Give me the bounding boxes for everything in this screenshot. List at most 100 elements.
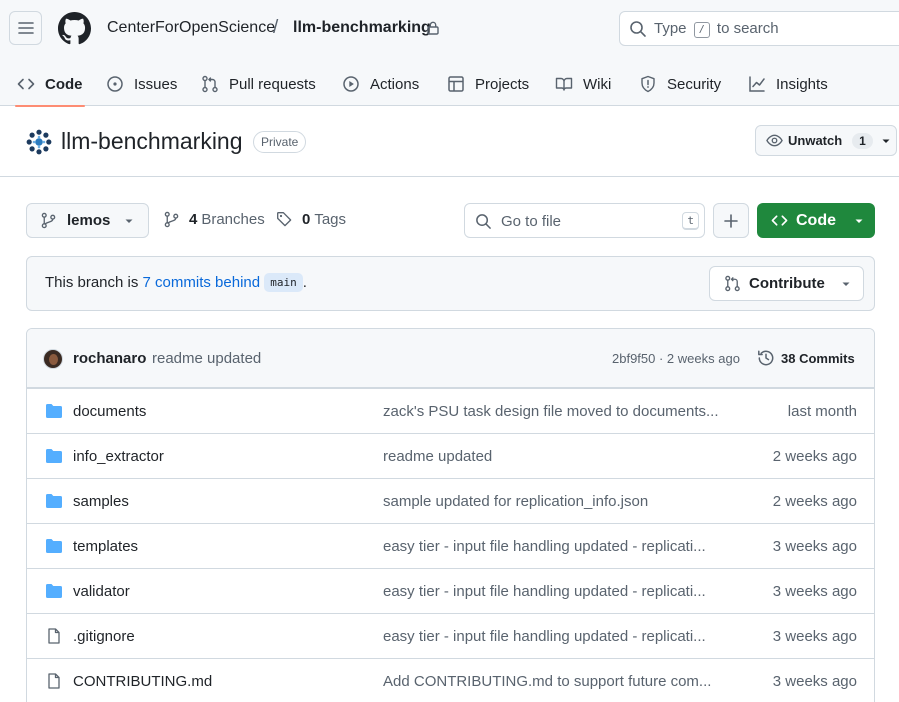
commit-message[interactable]: readme updated [152, 350, 261, 367]
file-name[interactable]: validator [73, 583, 130, 600]
tags-count: 0 [302, 211, 311, 228]
repo-nav-tabs: Code Issues Pull requests Actions Projec… [0, 62, 899, 107]
pull-request-icon [202, 75, 218, 93]
file-commit-message[interactable]: readme updated [383, 448, 723, 465]
table-row[interactable]: templates easy tier - input file handlin… [27, 523, 874, 568]
tab-insights[interactable]: Insights [748, 62, 828, 106]
branches-text: 4 Branches [189, 211, 265, 228]
file-name[interactable]: CONTRIBUTING.md [73, 673, 212, 690]
search-icon [476, 214, 491, 229]
contribute-label: Contribute [749, 275, 825, 292]
table-row[interactable]: validator easy tier - input file handlin… [27, 568, 874, 613]
search-placeholder-before: Type [654, 20, 687, 37]
status-prefix: This branch is [45, 274, 139, 291]
github-logo-icon[interactable] [58, 12, 91, 45]
tags-label: Tags [314, 211, 347, 228]
graph-icon [749, 76, 765, 92]
file-name[interactable]: documents [73, 403, 146, 420]
folder-icon [46, 494, 62, 508]
book-icon [555, 77, 573, 91]
commit-author[interactable]: rochanaro [73, 350, 146, 367]
tab-pull-requests[interactable]: Pull requests [201, 62, 316, 106]
file-name[interactable]: templates [73, 538, 138, 555]
add-file-button[interactable] [713, 203, 749, 238]
status-suffix: . [302, 274, 307, 291]
visibility-badge: Private [253, 131, 307, 153]
file-commit-message[interactable]: zack's PSU task design file moved to doc… [383, 403, 723, 420]
shield-icon [641, 75, 655, 93]
table-row[interactable]: documents zack's PSU task design file mo… [27, 388, 874, 433]
go-to-file-shortcut: t [682, 212, 699, 230]
tab-projects[interactable]: Projects [447, 62, 529, 106]
file-commit-date: 3 weeks ago [772, 538, 857, 555]
go-to-file-input[interactable]: Go to file t [464, 203, 705, 238]
code-download-button[interactable]: Code [757, 203, 875, 238]
plus-icon [724, 213, 738, 228]
breadcrumb-owner[interactable]: CenterForOpenScience [107, 19, 275, 37]
tags-link[interactable]: 0 Tags [276, 211, 346, 228]
avatar[interactable] [43, 349, 63, 369]
file-commit-date: 2 weeks ago [772, 493, 857, 510]
chevron-down-icon [855, 219, 863, 223]
chevron-down-icon [842, 282, 850, 286]
history-icon [758, 350, 774, 366]
table-row[interactable]: .gitignore easy tier - input file handli… [27, 613, 874, 658]
unwatch-button[interactable]: Unwatch 1 [755, 125, 897, 156]
menu-button[interactable] [9, 11, 42, 45]
file-name[interactable]: samples [73, 493, 129, 510]
search-shortcut-key: / [693, 22, 710, 38]
table-row[interactable]: info_extractor readme updated 2 weeks ag… [27, 433, 874, 478]
base-branch[interactable]: main [264, 273, 303, 292]
lock-icon [427, 21, 439, 35]
tab-actions[interactable]: Actions [342, 62, 419, 106]
play-icon [343, 76, 359, 92]
eye-icon [766, 134, 783, 147]
file-commit-date: 3 weeks ago [772, 628, 857, 645]
file-commit-message[interactable]: Add CONTRIBUTING.md to support future co… [383, 673, 723, 690]
tab-pull-requests-label: Pull requests [229, 75, 316, 93]
file-commit-message[interactable]: easy tier - input file handling updated … [383, 538, 723, 555]
commits-count-link[interactable]: 38 Commits [757, 349, 855, 367]
file-name[interactable]: .gitignore [73, 628, 135, 645]
table-icon [448, 76, 464, 92]
search-placeholder: Type / to search [654, 20, 779, 38]
tab-actions-label: Actions [370, 75, 420, 93]
pull-request-icon [725, 275, 740, 292]
search-input[interactable]: Type / to search [619, 11, 899, 46]
file-commit-message[interactable]: sample updated for replication_info.json [383, 493, 723, 510]
branches-label: Branches [201, 211, 265, 228]
tab-wiki[interactable]: Wiki [555, 62, 611, 106]
tags-text: 0 Tags [302, 211, 346, 228]
commits-behind-link[interactable]: 7 commits behind [143, 274, 261, 291]
breadcrumb-repo[interactable]: llm-benchmarking [293, 19, 431, 37]
tab-code[interactable]: Code [15, 62, 84, 107]
tab-wiki-label: Wiki [583, 75, 612, 93]
branch-selector-button[interactable]: lemos [26, 203, 149, 238]
tab-issues[interactable]: Issues [106, 62, 177, 106]
tab-projects-label: Projects [475, 75, 530, 93]
file-commit-message[interactable]: easy tier - input file handling updated … [383, 628, 723, 645]
folder-icon [46, 404, 62, 418]
contribute-button[interactable]: Contribute [709, 266, 864, 301]
folder-icon [46, 584, 62, 598]
branch-icon [41, 212, 56, 229]
tag-icon [277, 212, 292, 227]
table-row[interactable]: samples sample updated for replication_i… [27, 478, 874, 523]
folder-icon [46, 539, 62, 553]
file-name[interactable]: info_extractor [73, 448, 164, 465]
file-icon [48, 673, 60, 689]
file-commit-date: 2 weeks ago [772, 448, 857, 465]
org-avatar[interactable] [25, 128, 53, 156]
commit-hash-time[interactable]: 2bf9f50 · 2 weeks ago [612, 351, 740, 366]
search-icon [630, 21, 646, 37]
code-icon [17, 78, 35, 90]
branch-icon [164, 211, 179, 228]
file-commit-message[interactable]: easy tier - input file handling updated … [383, 583, 723, 600]
code-icon [771, 215, 788, 226]
issue-icon [107, 76, 123, 92]
branches-link[interactable]: 4 Branches [163, 211, 265, 228]
tab-security[interactable]: Security [639, 62, 721, 106]
repo-title[interactable]: llm-benchmarking [61, 128, 243, 155]
commits-count-label: 38 Commits [781, 350, 855, 366]
table-row[interactable]: CONTRIBUTING.md Add CONTRIBUTING.md to s… [27, 658, 874, 702]
